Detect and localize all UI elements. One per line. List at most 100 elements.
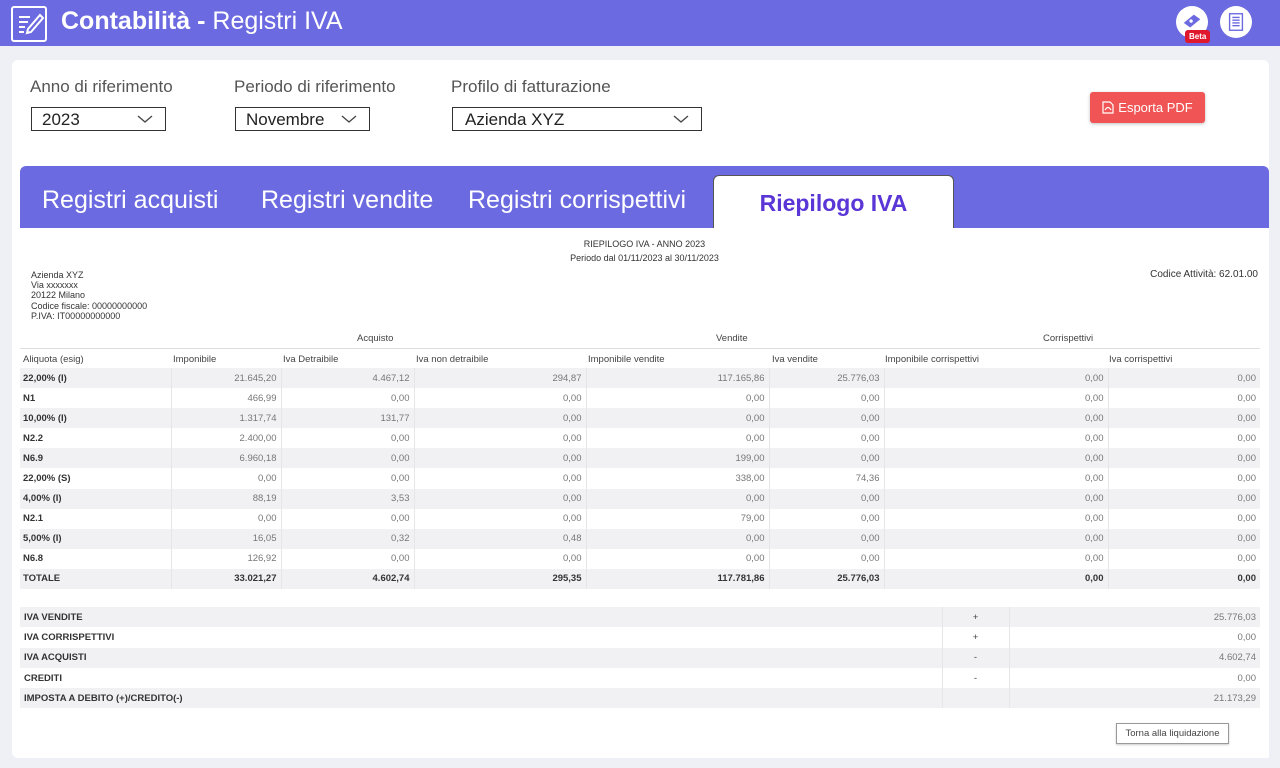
beta-badge: Beta <box>1185 30 1211 43</box>
summary-label: IVA CORRISPETTIVI <box>24 631 115 643</box>
company-info: Azienda XYZ Via xxxxxxx 20122 Milano Cod… <box>31 270 147 321</box>
group-acquisto: Acquisto <box>357 333 394 344</box>
group-corrispettivi: Corrispettivi <box>1043 333 1094 344</box>
periodo-select[interactable]: Novembre <box>235 107 370 131</box>
col-iva-non-detraibile: Iva non detraibile <box>416 354 489 365</box>
profilo-select[interactable]: Azienda XYZ <box>452 107 702 131</box>
value-cell: 0,00 <box>883 448 1108 469</box>
company-vat: P.IVA: IT00000000000 <box>31 310 121 321</box>
summary-row: IVA ACQUISTI -4.602,74 <box>20 647 1260 668</box>
export-pdf-label: Esporta PDF <box>1118 100 1193 115</box>
value-cell: 16,05 <box>170 528 281 549</box>
value-cell: 0,00 <box>1107 528 1260 549</box>
summary-value: 25.776,03 <box>1009 607 1260 628</box>
summary-sign <box>941 688 1010 709</box>
value-cell: 0,00 <box>1107 568 1260 590</box>
value-cell: 0,00 <box>883 428 1108 449</box>
summary-row: IMPOSTA A DEBITO (+)/CREDITO(-) 21.173,29 <box>20 688 1260 709</box>
value-cell: 0,32 <box>280 528 414 549</box>
tab-registri-corrispettivi[interactable]: Registri corrispettivi <box>468 186 686 215</box>
value-cell: 0,00 <box>1107 408 1260 429</box>
table-row: N1 466,99 0,00 0,00 0,00 0,00 0,00 0,00 <box>20 388 1260 409</box>
value-cell: 0,00 <box>883 468 1108 489</box>
summary-label: IVA VENDITE <box>20 607 942 628</box>
aliquota-cell: 22,00% (S) <box>23 473 71 485</box>
value-cell: 0,00 <box>585 388 769 409</box>
value-cell: 74,36 <box>768 468 884 489</box>
table-row: 4,00% (I) 88,19 3,53 0,00 0,00 0,00 0,00 0,00 <box>20 488 1260 509</box>
col-imponibile-corrispettivi: Imponibile corrispettivi <box>885 354 979 365</box>
tab-registri-vendite[interactable]: Registri vendite <box>261 186 433 215</box>
value-cell: 0,00 <box>768 548 884 569</box>
top-bar: Contabilità - Registri IVA <box>0 0 1280 46</box>
aliquota-cell: 22,00% (I) <box>20 368 171 389</box>
back-to-liquidazione-button[interactable]: Torna alla liquidazione <box>1116 723 1229 744</box>
value-cell: 0,00 <box>280 468 414 489</box>
chevron-down-icon <box>341 115 357 123</box>
value-cell: 0,00 <box>768 408 884 429</box>
profilo-value: Azienda XYZ <box>465 110 565 129</box>
value-cell: 4.602,74 <box>280 568 414 590</box>
value-cell: 0,00 <box>585 428 769 449</box>
company-button[interactable] <box>1220 6 1252 38</box>
value-cell: 25.776,03 <box>768 568 884 590</box>
anno-value: 2023 <box>42 110 80 129</box>
summary-sign: + <box>941 627 1010 648</box>
value-cell: 0,00 <box>768 448 884 469</box>
value-cell: 0,00 <box>1107 468 1260 489</box>
table-row: 22,00% (I) 21.645,20 4.467,12 294,87 117.165… <box>20 368 1260 389</box>
value-cell: 117.781,86 <box>585 568 769 590</box>
value-cell: 0,00 <box>413 468 586 489</box>
value-cell: 126,92 <box>170 548 281 569</box>
summary-label: IVA ACQUISTI <box>20 647 942 668</box>
value-cell: 4.467,12 <box>280 368 414 389</box>
tab-registri-acquisti[interactable]: Registri acquisti <box>42 186 218 215</box>
anno-select[interactable]: 2023 <box>31 107 166 131</box>
table-row: 5,00% (I) 16,05 0,32 0,48 0,00 0,00 0,00 0,00 <box>20 528 1260 549</box>
value-cell: 0,00 <box>585 408 769 429</box>
export-pdf-button[interactable]: Esporta PDF <box>1090 92 1205 123</box>
chevron-down-icon <box>137 115 153 123</box>
value-cell: 0,00 <box>768 528 884 549</box>
aliquota-cell: N1 <box>23 392 36 404</box>
value-cell: 0,00 <box>1107 548 1260 569</box>
company-address: Via xxxxxxx <box>31 280 78 291</box>
value-cell: 0,00 <box>883 528 1108 549</box>
col-aliquota: Aliquota (esig) <box>23 354 84 365</box>
table-row: N6.8 126,92 0,00 0,00 0,00 0,00 0,00 0,00 <box>20 548 1260 569</box>
aliquota-cell: 4,00% (I) <box>20 488 171 509</box>
value-cell: 0,00 <box>280 548 414 569</box>
col-imponibile-vendite: Imponibile vendite <box>588 354 665 365</box>
table-row: N2.2 2.400,00 0,00 0,00 0,00 0,00 0,00 0,00 <box>20 428 1260 449</box>
value-cell: 0,00 <box>170 508 281 529</box>
col-iva-corrispettivi: Iva corrispettivi <box>1109 354 1173 365</box>
table-row: 22,00% (S) 0,00 0,00 0,00 338,00 74,36 0,00 0,0… <box>20 468 1260 489</box>
value-cell: 0,00 <box>413 408 586 429</box>
aliquota-cell: 10,00% (I) <box>20 408 171 429</box>
report-period: Periodo dal 01/11/2023 al 30/11/2023 <box>570 253 719 263</box>
tab-riepilogo-iva[interactable]: Riepilogo IVA <box>713 175 954 228</box>
value-cell: 0,00 <box>413 488 586 509</box>
value-cell: 0,00 <box>280 448 414 469</box>
anno-label: Anno di riferimento <box>30 77 173 96</box>
value-cell: 0,00 <box>413 548 586 569</box>
value-cell: 0,00 <box>883 488 1108 509</box>
value-cell: 79,00 <box>585 508 769 529</box>
value-cell: 1.317,74 <box>170 408 281 429</box>
tab-bar: Registri acquisti Registri vendite Regis… <box>20 166 1269 228</box>
summary-label: CREDITI <box>24 672 62 684</box>
value-cell: 0,00 <box>585 488 769 509</box>
value-cell: 88,19 <box>170 488 281 509</box>
value-cell: 0,00 <box>883 568 1108 590</box>
value-cell: 199,00 <box>585 448 769 469</box>
table-row: N2.1 0,00 0,00 0,00 79,00 0,00 0,00 0,00 <box>20 508 1260 529</box>
periodo-label: Periodo di riferimento <box>234 77 396 96</box>
value-cell: 0,00 <box>280 428 414 449</box>
value-cell: 0,00 <box>280 508 414 529</box>
aliquota-cell: TOTALE <box>20 568 171 590</box>
group-vendite: Vendite <box>716 333 748 344</box>
value-cell: 0,00 <box>1107 368 1260 389</box>
summary-value: 0,00 <box>1237 631 1257 643</box>
periodo-value: Novembre <box>246 110 325 129</box>
value-cell: 0,00 <box>883 368 1108 389</box>
